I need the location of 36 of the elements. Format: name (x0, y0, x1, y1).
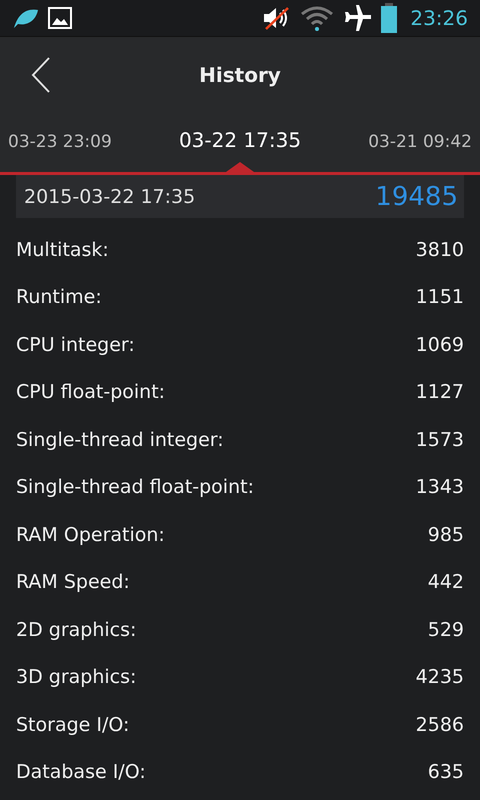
screen-title: History (198, 62, 282, 86)
result-value: 529 (428, 618, 464, 641)
result-label: Storage I/O: (16, 714, 130, 736)
result-value: 3810 (416, 238, 464, 261)
date-tab[interactable]: 03-22 17:35 (176, 122, 304, 158)
result-label: Runtime: (16, 286, 102, 308)
result-label: RAM Operation: (16, 524, 165, 546)
total-score: 19485 (375, 182, 458, 212)
result-label: CPU integer: (16, 334, 135, 356)
result-value: 985 (428, 524, 464, 546)
result-value: 1573 (416, 428, 464, 451)
battery-icon (380, 3, 398, 33)
wifi-icon (300, 5, 334, 31)
image-icon (48, 7, 72, 29)
airplane-icon (342, 4, 372, 32)
result-value: 2586 (416, 714, 464, 736)
result-date: 2015-03-22 17:35 (24, 186, 196, 208)
result-label: CPU float-point: (16, 381, 166, 404)
result-label: Multitask: (16, 238, 109, 261)
clock-time: 23:26 (410, 6, 468, 30)
result-value: 4235 (416, 666, 464, 688)
back-button[interactable] (30, 56, 52, 94)
result-value: 1127 (416, 381, 464, 404)
result-label: Single-thread float-point: (16, 476, 254, 498)
result-label: Single-thread integer: (16, 428, 224, 451)
result-value: 635 (428, 761, 464, 784)
date-tab[interactable]: 03-23 23:09 (6, 126, 114, 158)
result-value: 1069 (416, 334, 464, 356)
date-tab[interactable]: 03-21 09:42 (366, 126, 474, 158)
result-label: 2D graphics: (16, 618, 136, 641)
result-label: 3D graphics: (16, 666, 136, 688)
result-value: 442 (428, 571, 464, 594)
result-label: Database I/O: (16, 761, 146, 784)
result-value: 1151 (416, 286, 464, 308)
result-label: RAM Speed: (16, 571, 130, 594)
result-value: 1343 (416, 476, 464, 498)
